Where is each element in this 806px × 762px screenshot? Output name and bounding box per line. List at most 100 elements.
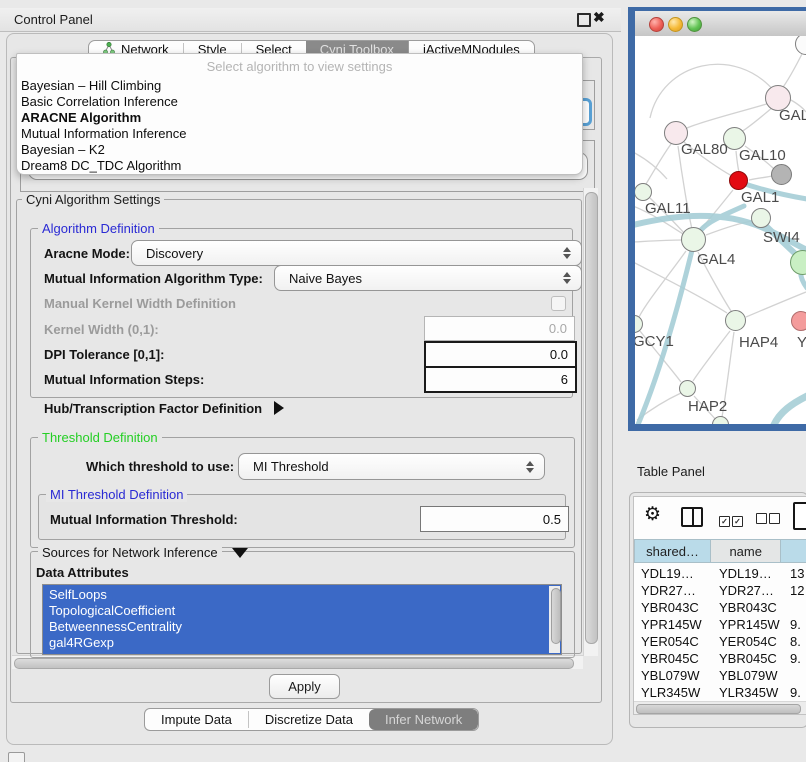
float-window-icon[interactable]	[577, 13, 591, 27]
cell[interactable]: YER054C	[634, 634, 712, 651]
which-threshold-combo[interactable]: MI Threshold	[238, 453, 545, 480]
list-scrollbar-thumb[interactable]	[551, 588, 561, 644]
kernel-width-label: Kernel Width (0,1):	[44, 322, 159, 337]
control-panel-titlebar: Control Panel ✖	[0, 8, 621, 32]
mi-algorithm-type-label: Mutual Information Algorithm Type:	[44, 271, 263, 286]
expand-right-icon[interactable]	[274, 401, 284, 415]
kernel-width-field[interactable]: 0.0	[424, 316, 575, 341]
select-all-checks-icon[interactable]: ✓✓	[719, 512, 745, 527]
mi-threshold-field[interactable]: 0.5	[420, 506, 569, 532]
aracne-mode-combo[interactable]: Discovery	[131, 240, 582, 266]
cell[interactable]	[783, 600, 806, 617]
network-canvas[interactable]: GAL GAL80 GAL10 GAL1 GAL11 SWI4 GAL4 GCY…	[635, 36, 806, 424]
tab-infer-network[interactable]: Infer Network	[369, 709, 478, 730]
node-swi4[interactable]	[751, 208, 771, 228]
cell[interactable]: 9.	[783, 651, 806, 668]
table-row[interactable]: YDR27…YDR27…12	[634, 583, 806, 600]
dropdown-item[interactable]: Mutual Information Inference	[20, 126, 571, 142]
apply-button[interactable]: Apply	[269, 674, 340, 699]
table-scrollbar-thumb[interactable]	[636, 704, 801, 714]
data-attributes-list: SelfLoops TopologicalCoefficient Between…	[42, 584, 562, 655]
close-traffic-light[interactable]	[649, 17, 664, 32]
cell[interactable]: YLR345W	[634, 685, 712, 702]
page-icon[interactable]	[793, 502, 806, 530]
cell[interactable]: YBR045C	[712, 651, 783, 668]
node-label: GAL	[779, 107, 806, 124]
mi-steps-field[interactable]: 6	[424, 366, 577, 393]
node-gal4[interactable]	[681, 227, 706, 252]
cell[interactable]: YLR345W	[712, 685, 783, 702]
column-header-clipped[interactable]	[781, 539, 806, 563]
table-row[interactable]: YPR145WYPR145W9.	[634, 617, 806, 634]
settings-gear-icon[interactable]: ⚙	[644, 503, 661, 526]
table-row[interactable]: YER054CYER054C8.	[634, 634, 806, 651]
settings-vertical-scrollbar[interactable]	[583, 188, 598, 656]
dropdown-item[interactable]: Bayesian – Hill Climbing	[20, 78, 571, 94]
which-threshold-label: Which threshold to use:	[86, 459, 234, 474]
cell[interactable]: YPR145W	[712, 617, 783, 634]
dropdown-item[interactable]: Basic Correlation Inference	[20, 94, 571, 110]
node-hap4[interactable]	[725, 310, 746, 331]
minimize-traffic-light[interactable]	[668, 17, 683, 32]
cell[interactable]	[783, 668, 806, 685]
network-window-titlebar[interactable]	[635, 11, 806, 37]
dropdown-item[interactable]: Bayesian – K2	[20, 142, 571, 158]
table-row[interactable]: YBL079WYBL079W	[634, 668, 806, 685]
cell[interactable]: YBR043C	[634, 600, 712, 617]
cell[interactable]: YDR27…	[712, 583, 783, 600]
node-label: GCY1	[635, 333, 674, 350]
tab-discretize-data[interactable]: Discretize Data	[249, 709, 369, 730]
list-item[interactable]: BetweennessCentrality	[49, 619, 182, 635]
node-label: HAP2	[688, 398, 727, 415]
table-row[interactable]: YBR045CYBR045C9.	[634, 651, 806, 668]
dpi-tolerance-value: 0.0	[550, 347, 568, 362]
cell[interactable]: YPR145W	[634, 617, 712, 634]
cell[interactable]: 12	[783, 583, 806, 600]
column-header-shared[interactable]: shared…	[634, 539, 711, 563]
dpi-tolerance-field[interactable]: 0.0	[424, 341, 577, 368]
close-icon[interactable]: ✖	[593, 9, 605, 26]
dropdown-item[interactable]: Dream8 DC_TDC Algorithm	[20, 158, 571, 174]
tab-impute-data[interactable]: Impute Data	[145, 709, 248, 730]
cell[interactable]: 8.	[783, 634, 806, 651]
table-row[interactable]: YBR043CYBR043C	[634, 600, 806, 617]
table-horizontal-scrollbar[interactable]	[634, 701, 806, 715]
list-item[interactable]: TopologicalCoefficient	[49, 603, 175, 619]
cell[interactable]: 9.	[783, 685, 806, 702]
cell[interactable]: YDL19…	[712, 566, 783, 583]
list-item[interactable]: gal4RGexp	[49, 635, 114, 651]
split-columns-icon[interactable]	[681, 507, 703, 527]
node-gal1[interactable]	[729, 171, 748, 190]
bottom-tabbar: Impute Data Discretize Data Infer Networ…	[144, 708, 479, 731]
mi-algorithm-type-combo[interactable]: Naive Bayes	[274, 265, 582, 291]
settings-horizontal-scrollbar-thumb[interactable]	[14, 658, 574, 669]
zoom-traffic-light[interactable]	[687, 17, 702, 32]
cell[interactable]: YER054C	[712, 634, 783, 651]
manual-kernel-checkbox[interactable]	[551, 296, 566, 311]
list-vertical-scrollbar[interactable]	[549, 586, 560, 653]
cell[interactable]: YDL19…	[634, 566, 712, 583]
table-row[interactable]: YLR345WYLR345W9.	[634, 685, 806, 702]
cell[interactable]: YBL079W	[712, 668, 783, 685]
column-header-name[interactable]: name	[711, 539, 781, 563]
node-hap2[interactable]	[679, 380, 696, 397]
settings-vertical-scrollbar-thumb[interactable]	[585, 192, 598, 644]
cell[interactable]: YBR045C	[634, 651, 712, 668]
collapse-down-icon[interactable]	[232, 548, 248, 558]
cell[interactable]: 9.	[783, 617, 806, 634]
column-header-label: shared…	[646, 544, 699, 559]
deselect-all-checks-icon[interactable]	[756, 512, 782, 527]
dropdown-item-selected[interactable]: ARACNE Algorithm	[20, 110, 571, 126]
control-panel-title: Control Panel	[14, 12, 93, 27]
table-row[interactable]: YDL19…YDL19…13	[634, 566, 806, 583]
mi-steps-value: 6	[561, 372, 568, 387]
cell[interactable]: 13	[783, 566, 806, 583]
list-item[interactable]: SelfLoops	[49, 587, 107, 603]
tab-impute-data-label: Impute Data	[161, 712, 232, 727]
cell[interactable]: YBL079W	[634, 668, 712, 685]
cell[interactable]: YDR27…	[634, 583, 712, 600]
node-gray[interactable]	[771, 164, 792, 185]
cell[interactable]: YBR043C	[712, 600, 783, 617]
minimized-panel-icon[interactable]	[8, 752, 25, 762]
node-salmon[interactable]	[791, 311, 806, 331]
